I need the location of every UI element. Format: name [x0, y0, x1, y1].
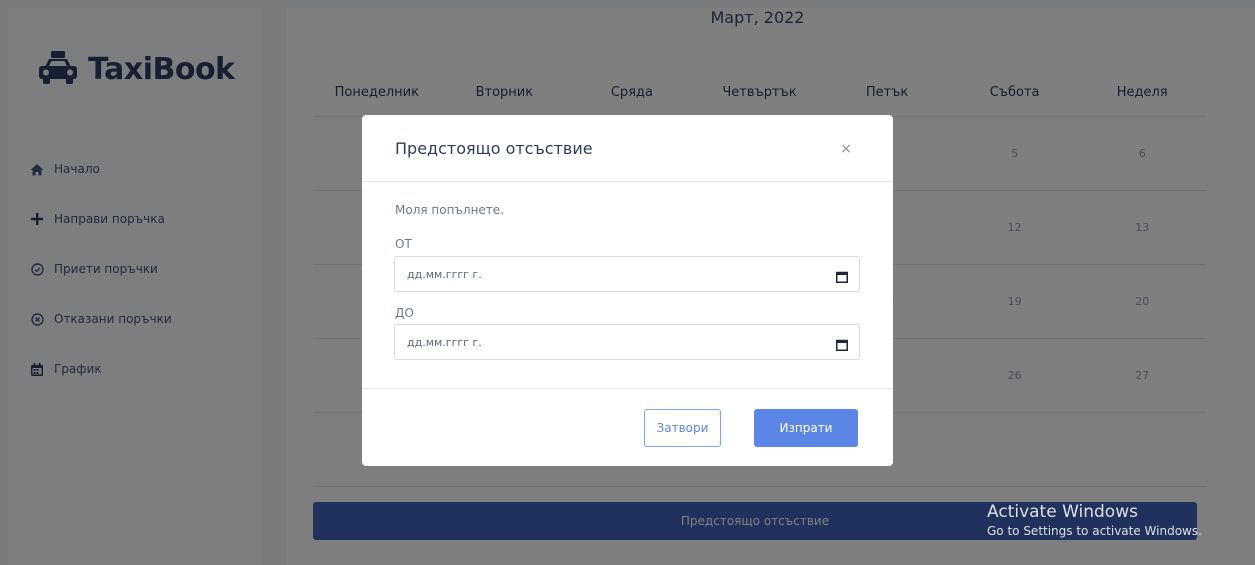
- modal-body: Моля попълнете. ОТ дд.мм.гггг г. ДО дд.м…: [362, 182, 893, 388]
- submit-button[interactable]: Изпрати: [754, 409, 858, 447]
- modal-prompt: Моля попълнете.: [395, 203, 504, 217]
- watermark-subtitle: Go to Settings to activate Windows.: [987, 524, 1202, 538]
- absence-modal: Предстоящо отсъствие × Моля попълнете. О…: [362, 115, 893, 466]
- from-date-placeholder: дд.мм.гггг г.: [407, 268, 482, 281]
- windows-activation-watermark: Activate Windows Go to Settings to activ…: [987, 502, 1202, 538]
- calendar-icon[interactable]: [836, 268, 848, 283]
- from-date-field[interactable]: дд.мм.гггг г.: [394, 256, 860, 292]
- modal-footer: Затвори Изпрати: [362, 388, 893, 467]
- to-label: ДО: [395, 306, 414, 320]
- to-date-field[interactable]: дд.мм.гггг г.: [394, 324, 860, 360]
- app-window: TaxiBook Начало Направи поръчка Приети п…: [0, 0, 1255, 565]
- watermark-title: Activate Windows: [987, 502, 1138, 522]
- from-label: ОТ: [395, 237, 412, 251]
- modal-title: Предстоящо отсъствие: [395, 139, 593, 158]
- close-button[interactable]: Затвори: [644, 409, 721, 447]
- calendar-icon[interactable]: [836, 336, 848, 351]
- to-date-placeholder: дд.мм.гггг г.: [407, 336, 482, 349]
- modal-header: Предстоящо отсъствие ×: [362, 115, 893, 182]
- close-icon[interactable]: ×: [832, 135, 860, 163]
